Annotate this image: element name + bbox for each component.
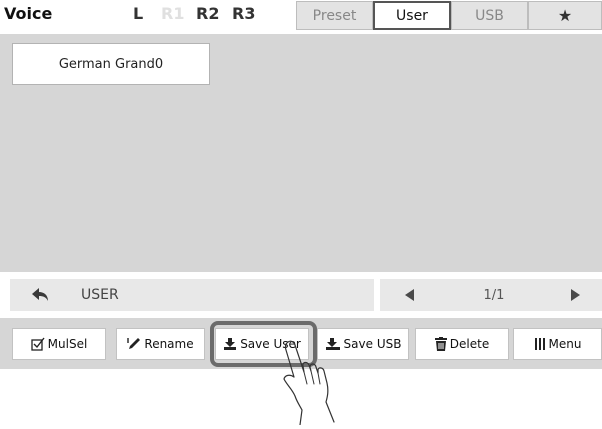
page-indicator: 1/1	[440, 279, 548, 311]
tab-preset[interactable]: Preset	[296, 1, 373, 30]
tab-user[interactable]: User	[373, 1, 451, 30]
menu-label: Menu	[548, 337, 582, 351]
tab-favorite[interactable]: ★	[528, 1, 602, 30]
path-display: USER	[71, 279, 374, 311]
checkbox-icon	[31, 337, 45, 351]
mulsel-label: MulSel	[47, 337, 88, 351]
next-arrow-icon	[571, 289, 580, 301]
page-title: Voice	[4, 4, 53, 23]
part-r3-toggle[interactable]: R3	[232, 4, 255, 23]
part-l-toggle[interactable]: L	[133, 4, 143, 23]
prev-arrow-icon	[405, 289, 414, 301]
pointing-hand-icon	[283, 340, 335, 425]
trash-icon	[434, 337, 447, 351]
rename-label: Rename	[144, 337, 194, 351]
part-r2-toggle[interactable]: R2	[196, 4, 219, 23]
menu-button[interactable]: Menu	[513, 328, 602, 360]
prev-page-button[interactable]	[380, 279, 440, 311]
tab-usb[interactable]: USB	[451, 1, 528, 30]
voice-list-area: German Grand0	[0, 34, 602, 272]
path-bar: USER 1/1	[0, 272, 602, 318]
next-page-button[interactable]	[548, 279, 602, 311]
pencil-icon	[127, 337, 141, 351]
delete-button[interactable]: Delete	[415, 328, 509, 360]
voice-screen: Voice L R1 R2 R3 Preset User USB ★ Germa…	[0, 0, 602, 369]
rename-button[interactable]: Rename	[116, 328, 205, 360]
multi-select-button[interactable]: MulSel	[12, 328, 106, 360]
delete-label: Delete	[449, 337, 490, 351]
voice-item[interactable]: German Grand0	[12, 43, 210, 85]
back-arrow-icon	[31, 288, 48, 301]
menu-bars-icon	[534, 338, 546, 350]
back-button[interactable]	[10, 279, 71, 311]
star-icon: ★	[557, 6, 573, 25]
part-r1-toggle[interactable]: R1	[161, 4, 184, 23]
header: Voice L R1 R2 R3 Preset User USB ★	[0, 0, 602, 34]
